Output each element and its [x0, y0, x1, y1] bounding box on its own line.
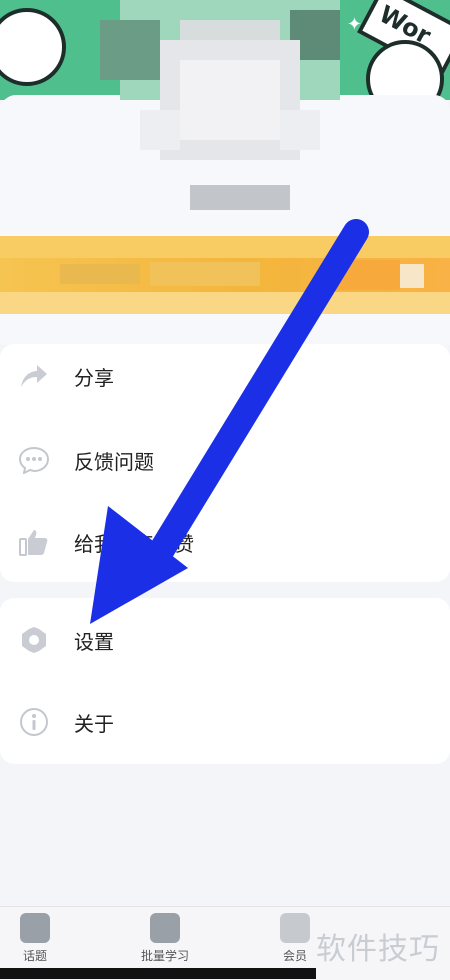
list-icon [20, 913, 50, 943]
pacman-graphic-left [0, 8, 66, 86]
menu-item-about[interactable]: 关于 [0, 692, 440, 752]
menu-item-like[interactable]: 给我们点个赞 [0, 512, 440, 572]
menu-label-share: 分享 [74, 365, 114, 390]
menu-label-feedback: 反馈问题 [74, 449, 154, 474]
avatar[interactable] [80, 0, 380, 230]
chat-icon [18, 444, 50, 476]
menu-label-about: 关于 [74, 711, 114, 736]
tab-label-batch-study: 批量学习 [140, 949, 189, 963]
menu-item-feedback[interactable]: 反馈问题 [0, 430, 440, 490]
tab-batch-study[interactable]: 批量学习 [125, 913, 205, 964]
info-icon [18, 706, 50, 738]
tab-topics[interactable]: 话题 [0, 913, 75, 964]
vip-banner[interactable] [0, 236, 450, 314]
thumbs-up-icon [18, 526, 50, 558]
watermark: 软件技巧 [316, 932, 440, 967]
menu-label-settings: 设置 [74, 629, 114, 654]
tab-label-topics: 话题 [22, 949, 47, 963]
book-icon [150, 913, 180, 943]
gear-icon [18, 624, 50, 656]
menu-item-share[interactable]: 分享 [0, 346, 440, 406]
menu-card-primary: 分享 反馈问题 给我们点个赞 [0, 344, 450, 582]
bottom-edge [0, 968, 316, 979]
menu-card-secondary: 设置 关于 [0, 598, 450, 764]
menu-label-like: 给我们点个赞 [74, 531, 194, 556]
crown-icon [280, 913, 310, 943]
menu-item-settings[interactable]: 设置 [0, 610, 440, 670]
share-icon [18, 360, 50, 392]
